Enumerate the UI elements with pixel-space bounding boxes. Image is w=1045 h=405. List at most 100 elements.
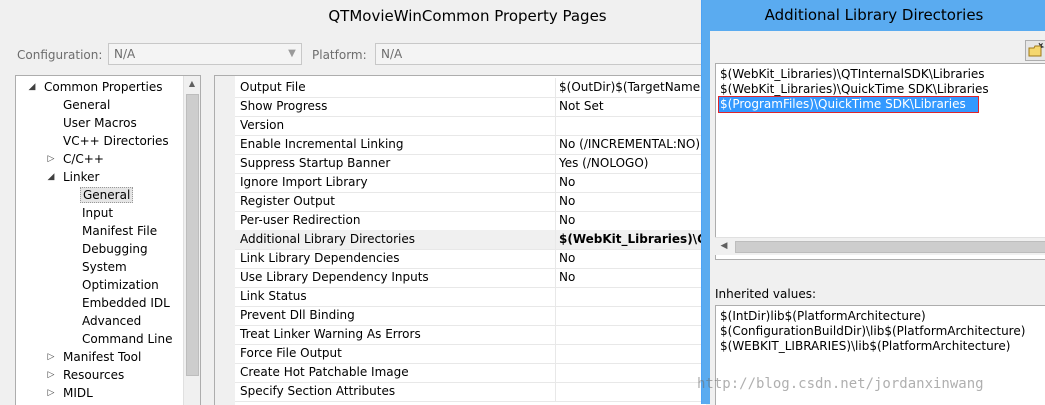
property-value[interactable]: Not Set — [555, 97, 706, 116]
property-row[interactable]: Per-user Redirection No — [235, 211, 706, 231]
property-name: Ignore Import Library — [240, 175, 368, 189]
tree-item[interactable]: ▷ MIDL — [48, 384, 95, 402]
property-value[interactable] — [555, 382, 706, 401]
tree-scrollbar[interactable]: ▲ — [183, 76, 200, 405]
tree-item-label: Embedded IDL — [82, 296, 170, 310]
property-value[interactable] — [555, 363, 706, 382]
tree-item-label: Resources — [63, 368, 125, 382]
expanded-triangle-icon[interactable]: ◢ — [27, 78, 37, 96]
scrollbar-thumb[interactable] — [186, 94, 199, 376]
grid-gutter — [215, 76, 235, 405]
property-name: Additional Library Directories — [240, 232, 416, 246]
property-row[interactable]: Link Library Dependencies No — [235, 249, 706, 269]
platform-combo[interactable]: N/A — [375, 43, 712, 65]
property-row[interactable]: Enable Incremental Linking No (/INCREMENT… — [235, 135, 706, 155]
inherited-value: $(ConfigurationBuildDir)\lib$(PlatformAr… — [720, 324, 1026, 338]
property-name: Link Library Dependencies — [240, 251, 400, 265]
directory-entry[interactable]: $(ProgramFiles)\QuickTime SDK\Libraries — [718, 96, 979, 113]
property-value[interactable] — [555, 287, 706, 306]
collapsed-triangle-icon[interactable]: ▷ — [46, 384, 56, 402]
property-row[interactable]: Prevent Dll Binding — [235, 306, 706, 326]
property-row[interactable]: Link Status — [235, 287, 706, 307]
new-line-button[interactable] — [1025, 40, 1045, 61]
directory-list[interactable]: $(WebKit_Libraries)\QTInternalSDK\Librar… — [715, 63, 1045, 260]
tree-item-label: General — [80, 187, 134, 203]
tree-item-label: VC++ Directories — [63, 134, 169, 148]
property-row[interactable]: Force File Output — [235, 344, 706, 364]
property-value[interactable]: No — [555, 268, 706, 287]
tree-item-label: System — [82, 260, 127, 274]
tree-item-label: User Macros — [63, 116, 137, 130]
platform-label: Platform: — [312, 48, 367, 62]
property-tree[interactable]: ◢ Common Properties General User Macros VC++… — [15, 75, 201, 405]
dialog-frame — [702, 31, 710, 404]
property-value[interactable]: Yes (/NOLOGO) — [555, 154, 706, 173]
tree-item[interactable]: VC++ Directories — [61, 132, 171, 150]
property-name: Prevent Dll Binding — [240, 308, 355, 322]
property-value[interactable]: No — [555, 192, 706, 211]
property-grid[interactable]: Output File $(OutDir)$(TargetName)$ Show P… — [214, 75, 706, 405]
property-row[interactable]: Register Output No — [235, 192, 706, 212]
expanded-triangle-icon[interactable]: ◢ — [46, 168, 56, 186]
property-row[interactable]: Version — [235, 116, 706, 136]
property-row[interactable]: Additional Library Directories $(WebKit_L… — [235, 230, 706, 250]
property-name: Suppress Startup Banner — [240, 156, 391, 170]
directory-entry[interactable]: $(WebKit_Libraries)\QTInternalSDK\Librar… — [720, 67, 985, 82]
property-row[interactable]: Ignore Import Library No — [235, 173, 706, 193]
property-row[interactable]: Use Library Dependency Inputs No — [235, 268, 706, 288]
property-value[interactable] — [555, 116, 706, 135]
tree-item[interactable]: ▷ C/C++ — [48, 150, 106, 168]
tree-item[interactable]: Advanced — [80, 312, 143, 330]
property-row[interactable]: Create Hot Patchable Image — [235, 363, 706, 383]
property-value[interactable]: No — [555, 173, 706, 192]
tree-item[interactable]: Optimization — [80, 276, 161, 294]
property-row[interactable]: Output File $(OutDir)$(TargetName)$ — [235, 78, 706, 98]
scrollbar-thumb[interactable] — [735, 241, 1045, 253]
directory-list-hscrollbar[interactable]: ◀ — [715, 237, 1045, 255]
new-folder-icon — [1028, 42, 1045, 57]
tree-item[interactable]: General — [61, 96, 112, 114]
tree-item[interactable]: Input — [80, 204, 115, 222]
configuration-combo[interactable]: N/A ▼ — [108, 43, 302, 65]
property-value[interactable]: No — [555, 249, 706, 268]
scroll-left-icon[interactable]: ◀ — [717, 238, 731, 255]
tree-item[interactable]: Manifest File — [80, 222, 159, 240]
tree-item-label: Linker — [63, 170, 100, 184]
tree-item-label: Optimization — [82, 278, 159, 292]
directory-entry[interactable]: $(WebKit_Libraries)\QuickTime SDK\Librar… — [720, 82, 989, 97]
configuration-value: N/A — [114, 47, 136, 61]
property-name: Register Output — [240, 194, 335, 208]
tree-item[interactable]: Embedded IDL — [80, 294, 172, 312]
tree-item[interactable]: System — [80, 258, 129, 276]
property-row[interactable]: Specify Section Attributes — [235, 382, 706, 402]
property-value[interactable]: No (/INCREMENTAL:NO) — [555, 135, 706, 154]
property-value[interactable] — [555, 325, 706, 344]
tree-item-label: Manifest Tool — [63, 350, 142, 364]
tree-item[interactable]: ◢ Linker — [48, 168, 101, 186]
collapsed-triangle-icon[interactable]: ▷ — [46, 150, 56, 168]
tree-item[interactable]: User Macros — [61, 114, 139, 132]
tree-item[interactable]: ▷ Manifest Tool — [48, 348, 143, 366]
scroll-up-icon[interactable]: ▲ — [184, 76, 200, 92]
tree-item-label: Common Properties — [44, 80, 163, 94]
tree-item[interactable]: General — [80, 186, 134, 204]
inherited-value: $(WEBKIT_LIBRARIES)\lib$(PlatformArchite… — [720, 339, 1011, 353]
tree-item-label: C/C++ — [63, 152, 104, 166]
tree-item-label: Debugging — [82, 242, 148, 256]
collapsed-triangle-icon[interactable]: ▷ — [46, 348, 56, 366]
property-value[interactable]: $(WebKit_Libraries)\QT — [555, 230, 706, 249]
tree-item[interactable]: ◢ Common Properties — [29, 78, 165, 96]
property-row[interactable]: Treat Linker Warning As Errors — [235, 325, 706, 345]
collapsed-triangle-icon[interactable]: ▷ — [46, 366, 56, 384]
property-row[interactable]: Show Progress Not Set — [235, 97, 706, 117]
additional-library-directories-dialog: Additional Library Directories $(WebKit_… — [701, 0, 1045, 405]
property-value[interactable]: No — [555, 211, 706, 230]
property-row[interactable]: Suppress Startup Banner Yes (/NOLOGO) — [235, 154, 706, 174]
tree-item-label: Input — [82, 206, 114, 220]
property-value[interactable]: $(OutDir)$(TargetName)$ — [555, 78, 706, 97]
tree-item[interactable]: Debugging — [80, 240, 150, 258]
property-value[interactable] — [555, 344, 706, 363]
tree-item[interactable]: Command Line — [80, 330, 175, 348]
property-value[interactable] — [555, 306, 706, 325]
tree-item[interactable]: ▷ Resources — [48, 366, 126, 384]
